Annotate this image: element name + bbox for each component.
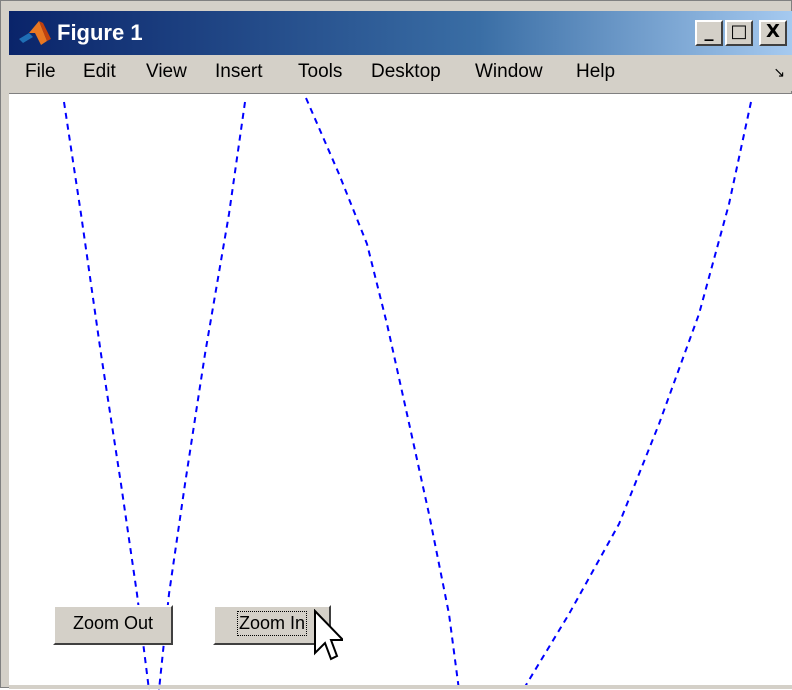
window-bottom-border <box>9 685 792 689</box>
mouse-pointer-icon <box>314 609 343 661</box>
plot-line-3 <box>305 97 460 690</box>
menu-file[interactable]: File <box>25 61 56 83</box>
plot-lines <box>63 97 752 690</box>
figure-canvas[interactable] <box>9 93 792 690</box>
title-bar[interactable]: Figure 1 _ □ X <box>9 11 792 55</box>
dock-arrow-icon[interactable]: ↘ <box>773 65 785 81</box>
menu-insert[interactable]: Insert <box>215 61 263 83</box>
menu-tools[interactable]: Tools <box>298 61 342 83</box>
plot-line-4 <box>522 101 752 690</box>
figure-window: Figure 1 _ □ X File Edit View Insert Too… <box>0 0 792 690</box>
menu-bar: File Edit View Insert Tools Desktop Wind… <box>9 55 792 91</box>
plot-line-1 <box>63 101 150 690</box>
minimize-button[interactable]: _ <box>695 20 723 46</box>
window-title: Figure 1 <box>57 20 143 45</box>
maximize-button[interactable]: □ <box>725 20 753 46</box>
menu-view[interactable]: View <box>146 61 187 83</box>
zoom-out-button[interactable]: Zoom Out <box>53 605 173 645</box>
close-button[interactable]: X <box>759 20 787 46</box>
menu-window[interactable]: Window <box>475 61 543 83</box>
menu-help[interactable]: Help <box>576 61 615 83</box>
matlab-logo-icon <box>19 21 51 45</box>
menu-edit[interactable]: Edit <box>83 61 116 83</box>
zoom-in-label: Zoom In <box>236 611 308 636</box>
plot-line-2 <box>158 101 246 690</box>
zoom-out-label: Zoom Out <box>72 613 154 633</box>
menu-desktop[interactable]: Desktop <box>371 61 441 83</box>
